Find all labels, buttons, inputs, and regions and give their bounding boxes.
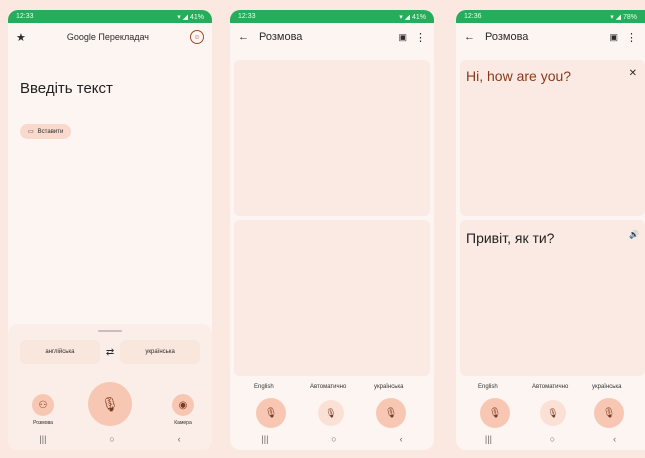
page-title: Розмова — [259, 31, 303, 43]
mic-icon: 🎙 — [547, 407, 559, 418]
mic-icon: 🎙 — [602, 407, 616, 419]
source-panel: Hi, how are you? ✕ — [460, 60, 645, 216]
app-bar: ← Розмова ▣ ⋮ — [456, 23, 645, 51]
more-icon[interactable]: ⋮ — [415, 31, 426, 44]
source-text: Hi, how are you? — [466, 68, 572, 84]
mic-right-button[interactable]: 🎙 — [376, 398, 406, 428]
status-indicators: ▾ ◢ 41% — [399, 13, 426, 21]
system-nav-bar: ||| ○ ‹ — [456, 428, 645, 450]
layout-icon[interactable]: ▣ — [609, 32, 618, 43]
text-input[interactable]: Введіть текст — [20, 80, 113, 97]
mic-button[interactable]: 🎙 — [88, 382, 132, 426]
screen-conversation-empty: 12:33 ▾ ◢ 41% ← Розмова ▣ ⋮ English Авто… — [230, 10, 434, 450]
status-bar: 12:33 ▾ ◢ 41% — [8, 10, 212, 23]
mic-left-button[interactable]: 🎙 — [480, 398, 510, 428]
layout-icon[interactable]: ▣ — [398, 32, 407, 43]
home-button[interactable]: ○ — [109, 434, 114, 444]
back-arrow-icon[interactable]: ← — [464, 31, 475, 43]
mic-right-button[interactable]: 🎙 — [594, 398, 624, 428]
mic-icon: 🎙 — [264, 407, 278, 419]
camera-icon: ◉ — [172, 394, 194, 416]
system-nav-bar: ||| ○ ‹ — [230, 428, 434, 450]
status-indicators: ▾ ◢ 78% — [610, 13, 637, 21]
translation-panel: Привіт, як ти? 🔊 — [460, 220, 645, 376]
swap-icon[interactable]: ⇄ — [106, 347, 114, 358]
star-icon[interactable]: ★ — [16, 31, 26, 44]
status-bar: 12:33 ▾ ◢ 41% — [230, 10, 434, 23]
translated-text: Привіт, як ти? — [466, 230, 555, 246]
status-indicators: ▾ ◢ 41% — [177, 13, 204, 21]
app-title: Google Перекладач — [66, 32, 149, 42]
screen-translate-home: 12:33 ▾ ◢ 41% ★ Google Перекладач ☺ Введ… — [8, 10, 212, 450]
camera-button[interactable]: ◉ Камера — [172, 394, 194, 426]
system-nav-bar: ||| ○ ‹ — [8, 428, 212, 450]
more-icon[interactable]: ⋮ — [626, 31, 637, 44]
paste-label: Вставити — [37, 128, 64, 135]
back-button[interactable]: ‹ — [178, 434, 181, 444]
target-language-label: українська — [145, 349, 175, 355]
home-button[interactable]: ○ — [550, 434, 555, 444]
people-icon: ⚇ — [32, 394, 54, 416]
paste-button[interactable]: ▭ Вставити — [20, 124, 72, 139]
lang-right[interactable]: українська — [374, 384, 404, 390]
app-bar: ← Розмова ▣ ⋮ — [230, 23, 434, 51]
mic-icon: 🎙 — [384, 407, 398, 419]
mic-auto-button[interactable]: 🎙 — [540, 400, 566, 426]
mic-icon: 🎙 — [488, 407, 502, 419]
bottom-panel — [234, 220, 430, 376]
camera-label: Камера — [174, 420, 192, 426]
source-language-button[interactable]: англійська — [20, 340, 100, 364]
conversation-label: Розмова — [33, 420, 53, 426]
page-title: Розмова — [485, 31, 529, 43]
target-language-button[interactable]: українська — [120, 340, 201, 364]
mic-icon: 🎙 — [325, 407, 337, 418]
home-button[interactable]: ○ — [331, 434, 336, 444]
lang-middle[interactable]: Автоматично — [310, 384, 346, 390]
app-bar: ★ Google Перекладач ☺ — [8, 23, 212, 51]
back-button[interactable]: ‹ — [613, 434, 616, 444]
conversation-button[interactable]: ⚇ Розмова — [32, 394, 54, 426]
lang-right[interactable]: українська — [592, 384, 622, 390]
clipboard-icon: ▭ — [28, 129, 34, 135]
status-time: 12:36 — [464, 13, 482, 20]
back-button[interactable]: ‹ — [400, 434, 403, 444]
account-icon[interactable]: ☺ — [190, 30, 204, 44]
lang-middle[interactable]: Автоматично — [532, 384, 568, 390]
screen-conversation-result: 12:36 ▾ ◢ 78% ← Розмова ▣ ⋮ Hi, how are … — [456, 10, 645, 450]
back-arrow-icon[interactable]: ← — [238, 31, 249, 43]
status-time: 12:33 — [16, 13, 34, 20]
lang-left[interactable]: English — [478, 384, 498, 390]
source-language-label: англійська — [45, 349, 75, 355]
status-bar: 12:36 ▾ ◢ 78% — [456, 10, 645, 23]
recents-button[interactable]: ||| — [261, 434, 268, 444]
status-time: 12:33 — [238, 13, 256, 20]
mic-auto-button[interactable]: 🎙 — [318, 400, 344, 426]
mic-icon: 🎙 — [101, 395, 119, 412]
recents-button[interactable]: ||| — [39, 434, 46, 444]
mic-left-button[interactable]: 🎙 — [256, 398, 286, 428]
recents-button[interactable]: ||| — [485, 434, 492, 444]
drag-handle[interactable] — [98, 330, 122, 332]
lang-left[interactable]: English — [254, 384, 274, 390]
speaker-icon[interactable]: 🔊 — [629, 230, 639, 239]
top-panel — [234, 60, 430, 216]
close-icon[interactable]: ✕ — [629, 68, 637, 79]
